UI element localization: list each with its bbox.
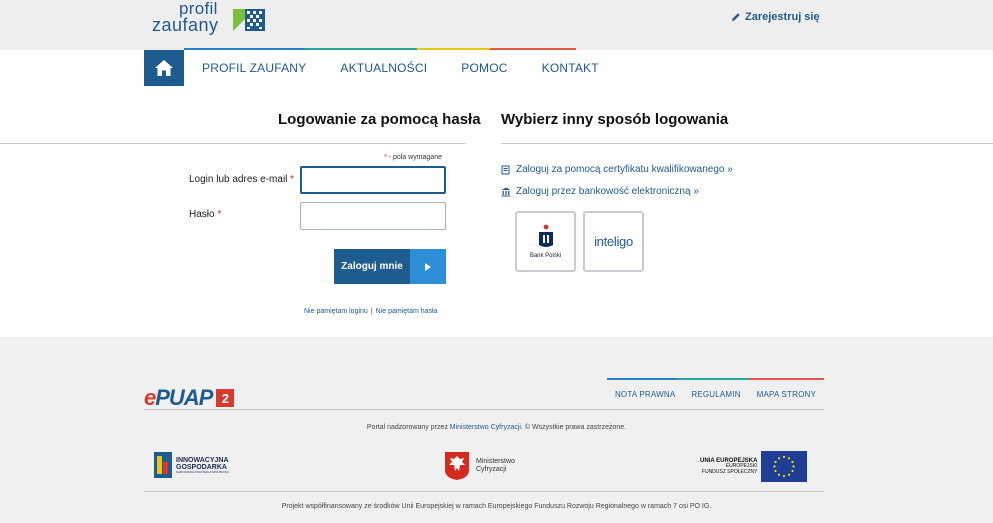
nav-aktualnosci[interactable]: AKTUALNOŚCI (340, 61, 427, 75)
top-bar: profil zaufany Zarejestruj się (0, 0, 993, 50)
ministerstwo-cyfryzacji-logo: Ministerstwo Cyfryzacji (444, 451, 515, 481)
login-label-text: Login lub adres e-mail (189, 174, 288, 185)
bank-inteligo-logo: inteligo (594, 234, 633, 249)
forgot-links: Nie pamiętam loginu | Nie pamiętam hasła (304, 308, 438, 315)
project-note: Projekt współfinansowany ze środków Unii… (281, 503, 712, 510)
login-label: Login lub adres e-mail * (189, 174, 294, 185)
footer-link-mapa-strony[interactable]: MAPA STRONY (757, 390, 816, 399)
nav-pomoc[interactable]: POMOC (461, 61, 507, 75)
login-submit-label: Zaloguj mnie (334, 249, 410, 284)
required-note-text: - pola wymagane (386, 154, 442, 161)
portal-note-pre: Portal nadzorowany przez (366, 424, 450, 431)
portal-note-post: . © Wszystkie prawa zastrzeżone. (520, 424, 627, 431)
bank-icon (501, 187, 511, 196)
profil-zaufany-logo[interactable]: profil zaufany (152, 0, 272, 40)
login-divider (0, 143, 466, 144)
alt-login-section-title: Wybierz inny sposób logowania (501, 111, 729, 128)
password-label-text: Hasło (189, 209, 215, 220)
ministry-line2: Cyfryzacji (476, 466, 507, 473)
register-link[interactable]: Zarejestruj się (731, 11, 820, 23)
register-label: Zarejestruj się (745, 11, 820, 23)
epuap-logo[interactable]: ePUAP 2 (144, 385, 235, 411)
certificate-icon (501, 165, 510, 174)
bank-login-label: Zaloguj przez bankowość elektroniczną » (516, 186, 699, 197)
epuap-logo-e: e (144, 385, 156, 410)
eu-logo: UNIA EUROPEJSKA EUROPEJSKI FUNDUSZ SPOŁE… (700, 451, 808, 482)
logo-text-line2: zaufany (152, 15, 219, 35)
portal-ministry-link[interactable]: Ministerstwo Cyfryzacji (450, 424, 521, 431)
play-arrow-icon (425, 262, 431, 271)
page: profil zaufany Zarejestruj się PROFIL ZA… (0, 0, 993, 523)
pencil-icon (732, 13, 740, 21)
login-submit-arrow (410, 249, 446, 284)
footer-links: NOTA PRAWNA REGULAMIN MAPA STRONY (607, 380, 824, 399)
epuap-logo-number: 2 (216, 389, 235, 407)
ig-line1: INNOWACYJNA (176, 456, 229, 464)
main-nav: PROFIL ZAUFANY AKTUALNOŚCI POMOC KONTAKT (144, 50, 615, 86)
ministry-line1: Ministerstwo (476, 458, 515, 466)
footer: ePUAP 2 NOTA PRAWNA REGULAMIN MAPA STRON… (0, 337, 993, 523)
nav-kontakt[interactable]: KONTAKT (542, 61, 599, 75)
bank-pko-button[interactable]: Bank Polski (515, 211, 576, 272)
bank-login-link[interactable]: Zaloguj przez bankowość elektroniczną » (501, 186, 699, 197)
login-required-star: * (290, 174, 295, 185)
home-button[interactable] (144, 50, 184, 86)
footer-divider-top (144, 409, 824, 410)
login-submit-button[interactable]: Zaloguj mnie (334, 249, 446, 284)
forgot-separator: | (370, 308, 373, 315)
alt-divider (501, 143, 993, 144)
bank-inteligo-button[interactable]: inteligo (583, 211, 644, 272)
password-label: Hasło * (189, 209, 221, 220)
sponsor-logos: INNOWACYJNA GOSPODARKA NARODOWA STRATEGI… (0, 449, 993, 485)
required-note: * - pola wymagane (384, 154, 442, 161)
forgot-login-link[interactable]: Nie pamiętam loginu (304, 308, 368, 315)
main-content: PROFIL ZAUFANY AKTUALNOŚCI POMOC KONTAKT… (0, 50, 993, 337)
epuap-logo-text: ePUAP (144, 385, 213, 411)
login-input[interactable] (300, 166, 446, 194)
cert-login-label: Zaloguj za pomocą certyfikatu kwalifikow… (516, 164, 733, 175)
footer-link-regulamin[interactable]: REGULAMIN (691, 390, 740, 399)
forgot-password-link[interactable]: Nie pamiętam hasła (376, 308, 438, 315)
innowacyjna-gospodarka-logo: INNOWACYJNA GOSPODARKA NARODOWA STRATEGI… (154, 452, 229, 478)
footer-link-nota-prawna[interactable]: NOTA PRAWNA (615, 390, 675, 399)
cert-login-link[interactable]: Zaloguj za pomocą certyfikatu kwalifikow… (501, 164, 733, 175)
eu-line3: FUNDUSZ SPOŁECZNY (701, 468, 758, 475)
password-required-star: * (217, 209, 222, 220)
pko-logo-icon (538, 224, 553, 247)
logo-mark-icon (233, 9, 265, 31)
polish-eagle-icon (445, 452, 469, 480)
epuap-logo-word: PUAP (155, 385, 213, 410)
bank-pko-caption: Bank Polski (529, 253, 562, 259)
portal-note: Portal nadzorowany przez Ministerstwo Cy… (0, 424, 993, 431)
footer-divider-bottom (144, 491, 824, 492)
ig-line3: NARODOWA STRATEGIA SPÓJNOŚCI (176, 469, 230, 474)
innowacyjna-gospodarka-emblem-icon (154, 452, 172, 478)
password-input[interactable] (300, 202, 446, 230)
nav-profil-zaufany[interactable]: PROFIL ZAUFANY (202, 61, 306, 75)
home-icon (155, 60, 173, 76)
eu-flag-icon (761, 451, 808, 482)
login-section-title: Logowanie za pomocą hasła (278, 111, 481, 128)
